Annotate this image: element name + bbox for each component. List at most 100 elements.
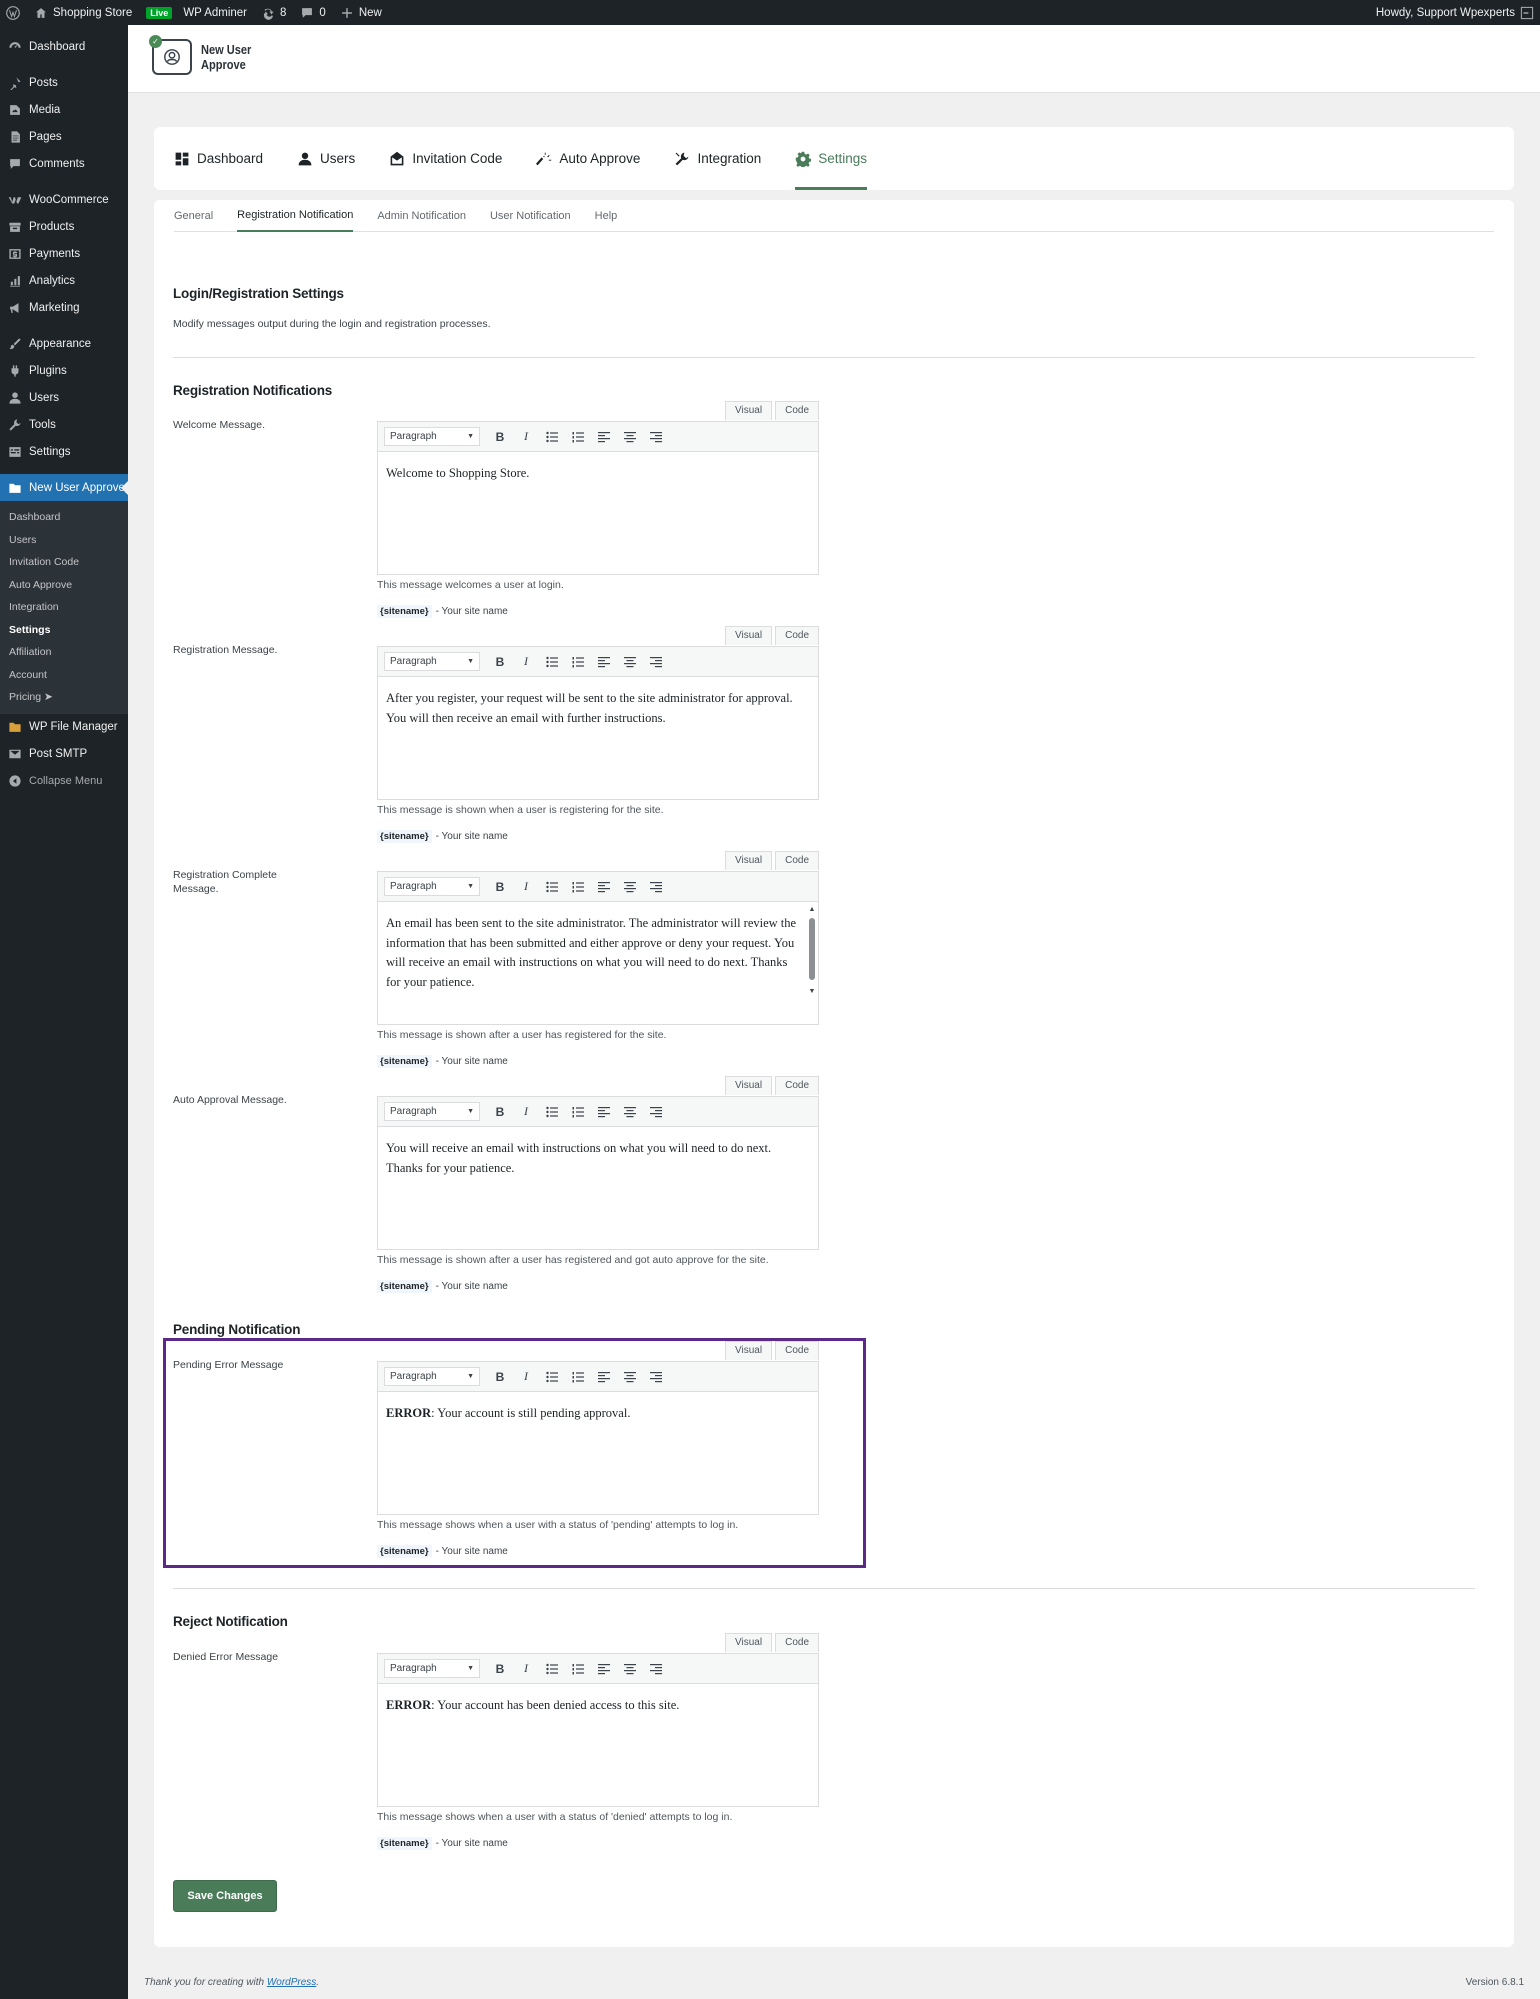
align-left-button[interactable] xyxy=(591,1662,617,1676)
sidebar-item-media[interactable]: Media xyxy=(0,96,128,123)
bold-button[interactable]: B xyxy=(487,655,513,669)
align-right-button[interactable] xyxy=(643,1105,669,1119)
sidebar-item-appearance[interactable]: Appearance xyxy=(0,330,128,357)
bullet-list-button[interactable] xyxy=(539,880,565,894)
registration-message-content[interactable]: After you register, your request will be… xyxy=(378,677,818,799)
save-changes-button[interactable]: Save Changes xyxy=(173,1880,277,1912)
sidebar-item-plugins[interactable]: Plugins xyxy=(0,357,128,384)
align-center-button[interactable] xyxy=(617,880,643,894)
format-select[interactable]: Paragraph ▼ xyxy=(384,652,480,671)
tab-integration[interactable]: Integration xyxy=(674,127,761,190)
sidebar-item-marketing[interactable]: Marketing xyxy=(0,294,128,321)
wordpress-link[interactable]: WordPress xyxy=(267,1977,316,1988)
code-tab[interactable]: Code xyxy=(775,401,819,420)
bold-button[interactable]: B xyxy=(487,880,513,894)
sidebar-item-payments[interactable]: Payments xyxy=(0,240,128,267)
align-left-button[interactable] xyxy=(591,655,617,669)
code-tab[interactable]: Code xyxy=(775,1633,819,1652)
numbered-list-button[interactable] xyxy=(565,880,591,894)
numbered-list-button[interactable] xyxy=(565,1662,591,1676)
code-tab[interactable]: Code xyxy=(775,626,819,645)
format-select[interactable]: Paragraph ▼ xyxy=(384,427,480,446)
sidebar-item-woocommerce[interactable]: WooCommerce xyxy=(0,186,128,213)
sidebar-item-users[interactable]: Users xyxy=(0,384,128,411)
format-select[interactable]: Paragraph ▼ xyxy=(384,1659,480,1678)
registration-complete-content[interactable]: An email has been sent to the site admin… xyxy=(378,902,818,1024)
visual-tab[interactable]: Visual xyxy=(725,626,773,645)
numbered-list-button[interactable] xyxy=(565,1105,591,1119)
denied-error-content[interactable]: ERROR: Your account has been denied acce… xyxy=(378,1684,818,1806)
italic-button[interactable]: I xyxy=(513,429,539,444)
sidebar-item-products[interactable]: Products xyxy=(0,213,128,240)
submenu-users[interactable]: Users xyxy=(0,529,128,552)
visual-tab[interactable]: Visual xyxy=(725,401,773,420)
sidebar-item-tools[interactable]: Tools xyxy=(0,411,128,438)
account-menu[interactable]: Howdy, Support Wpexperts xyxy=(1376,6,1534,20)
auto-approval-content[interactable]: You will receive an email with instructi… xyxy=(378,1127,818,1249)
site-name-link[interactable]: Shopping Store xyxy=(34,6,132,20)
sidebar-item-posts[interactable]: Posts xyxy=(0,69,128,96)
visual-tab[interactable]: Visual xyxy=(725,1633,773,1652)
tab-invitation-code[interactable]: Invitation Code xyxy=(389,127,502,190)
align-left-button[interactable] xyxy=(591,1105,617,1119)
align-center-button[interactable] xyxy=(617,655,643,669)
subtab-admin-notification[interactable]: Admin Notification xyxy=(377,200,466,232)
sidebar-item-wp-file-manager[interactable]: WP File Manager xyxy=(0,714,128,741)
align-left-button[interactable] xyxy=(591,880,617,894)
submenu-pricing[interactable]: Pricing ➤ xyxy=(0,686,128,709)
subtab-help[interactable]: Help xyxy=(595,200,618,232)
italic-button[interactable]: I xyxy=(513,654,539,669)
bold-button[interactable]: B xyxy=(487,1662,513,1676)
tab-settings[interactable]: Settings xyxy=(795,127,867,190)
italic-button[interactable]: I xyxy=(513,879,539,894)
subtab-user-notification[interactable]: User Notification xyxy=(490,200,571,232)
sidebar-item-dashboard[interactable]: Dashboard xyxy=(0,33,128,60)
submenu-settings[interactable]: Settings xyxy=(0,619,128,642)
bullet-list-button[interactable] xyxy=(539,1105,565,1119)
tab-dashboard[interactable]: Dashboard xyxy=(174,127,263,190)
align-center-button[interactable] xyxy=(617,1662,643,1676)
numbered-list-button[interactable] xyxy=(565,430,591,444)
align-left-button[interactable] xyxy=(591,430,617,444)
align-center-button[interactable] xyxy=(617,1105,643,1119)
code-tab[interactable]: Code xyxy=(775,851,819,870)
updates-link[interactable]: 8 xyxy=(261,6,286,20)
visual-tab[interactable]: Visual xyxy=(725,1076,773,1095)
format-select[interactable]: Paragraph ▼ xyxy=(384,877,480,896)
sidebar-item-settings[interactable]: Settings xyxy=(0,438,128,465)
align-right-button[interactable] xyxy=(643,430,669,444)
editor-scrollbar[interactable]: ▲ ▼ xyxy=(808,906,816,996)
bullet-list-button[interactable] xyxy=(539,430,565,444)
sidebar-item-comments[interactable]: Comments xyxy=(0,150,128,177)
submenu-auto-approve[interactable]: Auto Approve xyxy=(0,574,128,597)
code-tab[interactable]: Code xyxy=(775,1076,819,1095)
sidebar-item-post-smtp[interactable]: Post SMTP xyxy=(0,741,128,768)
sidebar-item-analytics[interactable]: Analytics xyxy=(0,267,128,294)
bold-button[interactable]: B xyxy=(487,430,513,444)
bullet-list-button[interactable] xyxy=(539,1662,565,1676)
submenu-dashboard[interactable]: Dashboard xyxy=(0,506,128,529)
align-right-button[interactable] xyxy=(643,1662,669,1676)
italic-button[interactable]: I xyxy=(513,1661,539,1676)
new-content-link[interactable]: New xyxy=(340,6,382,20)
submenu-invitation-code[interactable]: Invitation Code xyxy=(0,551,128,574)
submenu-affiliation[interactable]: Affiliation xyxy=(0,641,128,664)
sidebar-item-pages[interactable]: Pages xyxy=(0,123,128,150)
visual-tab[interactable]: Visual xyxy=(725,851,773,870)
format-select[interactable]: Paragraph ▼ xyxy=(384,1102,480,1121)
subtab-general[interactable]: General xyxy=(174,200,213,232)
tab-auto-approve[interactable]: Auto Approve xyxy=(536,127,640,190)
collapse-menu-button[interactable]: Collapse Menu xyxy=(0,768,128,795)
align-center-button[interactable] xyxy=(617,430,643,444)
wp-logo-icon[interactable] xyxy=(6,5,20,20)
bullet-list-button[interactable] xyxy=(539,655,565,669)
submenu-integration[interactable]: Integration xyxy=(0,596,128,619)
tab-users[interactable]: Users xyxy=(297,127,355,190)
align-right-button[interactable] xyxy=(643,880,669,894)
numbered-list-button[interactable] xyxy=(565,655,591,669)
comments-link[interactable]: 0 xyxy=(300,6,326,20)
welcome-message-content[interactable]: Welcome to Shopping Store. xyxy=(378,452,818,574)
submenu-account[interactable]: Account xyxy=(0,664,128,687)
italic-button[interactable]: I xyxy=(513,1104,539,1119)
align-right-button[interactable] xyxy=(643,655,669,669)
